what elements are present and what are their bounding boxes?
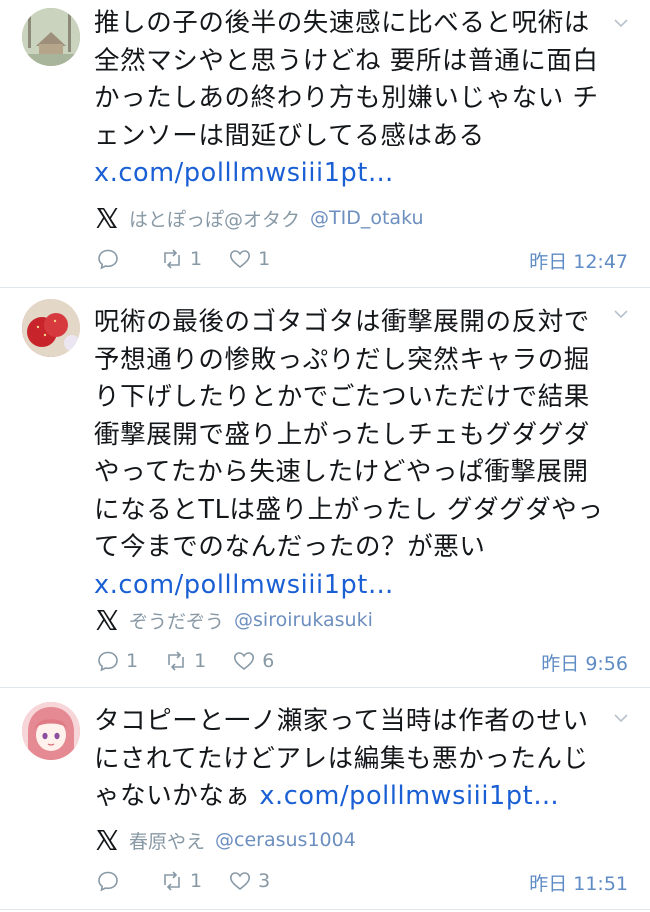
x-logo-icon bbox=[96, 830, 118, 850]
like-count: 6 bbox=[262, 650, 275, 672]
post-body: 推しの子の後半の失速感に比べると呪術は全然マシやと思うけどね 要所は普通に面白か… bbox=[94, 8, 599, 151]
author-name: 春原やえ bbox=[129, 830, 206, 853]
post-link[interactable]: x.com/polllmwsiii1pt… bbox=[94, 158, 394, 188]
post-body: 呪術の最後のゴタゴタは衝撃展開の反対で予想通りの惨敗っぷりだし突然キャラの掘り下… bbox=[94, 307, 604, 562]
post[interactable]: 推しの子の後半の失速感に比べると呪術は全然マシやと思うけどね 要所は普通に面白か… bbox=[0, 0, 650, 287]
avatar-image bbox=[22, 702, 80, 760]
post-time[interactable]: 昨日 11:51 bbox=[529, 869, 628, 896]
repost-button[interactable]: 1 bbox=[164, 649, 206, 673]
post-link[interactable]: x.com/polllmwsiii1pt… bbox=[94, 570, 394, 600]
repost-count: 1 bbox=[190, 248, 203, 270]
reply-count: 1 bbox=[126, 650, 139, 672]
action-bar: 1 3 bbox=[96, 869, 296, 893]
author-name: はとぽっぽ@オタク bbox=[129, 208, 301, 231]
author-handle[interactable]: @siroirukasuki bbox=[234, 609, 373, 631]
repost-button[interactable]: 1 bbox=[160, 869, 202, 893]
divider bbox=[0, 909, 650, 910]
repost-icon bbox=[164, 871, 180, 891]
avatar-image bbox=[22, 299, 80, 357]
chevron-down-icon[interactable] bbox=[614, 307, 628, 321]
x-logo-icon bbox=[96, 610, 118, 630]
avatar[interactable] bbox=[22, 702, 80, 760]
reply-button[interactable] bbox=[96, 869, 134, 893]
post-feed: 推しの子の後半の失速感に比べると呪術は全然マシやと思うけどね 要所は普通に面白か… bbox=[0, 0, 650, 912]
chevron-down-icon[interactable] bbox=[614, 711, 628, 725]
like-button[interactable]: 1 bbox=[228, 247, 270, 271]
author-handle[interactable]: @cerasus1004 bbox=[215, 829, 356, 851]
chevron-down-icon[interactable] bbox=[614, 16, 628, 30]
post-source[interactable]: ぞうだぞう @siroirukasuki bbox=[94, 607, 373, 633]
repost-icon bbox=[164, 249, 180, 269]
action-bar: 1 1 6 bbox=[96, 649, 300, 673]
like-count: 3 bbox=[258, 870, 271, 892]
post-time[interactable]: 昨日 12:47 bbox=[529, 247, 628, 274]
post-link[interactable]: x.com/polllmwsiii1pt… bbox=[259, 781, 559, 811]
repost-count: 1 bbox=[190, 870, 203, 892]
post-time[interactable]: 昨日 9:56 bbox=[541, 649, 628, 676]
reply-icon bbox=[98, 871, 118, 892]
like-button[interactable]: 6 bbox=[232, 649, 274, 673]
post-source[interactable]: 春原やえ @cerasus1004 bbox=[94, 827, 356, 853]
avatar-image bbox=[22, 8, 80, 66]
post-text: 推しの子の後半の失速感に比べると呪術は全然マシやと思うけどね 要所は普通に面白か… bbox=[94, 5, 604, 193]
reply-button[interactable]: 1 bbox=[96, 649, 138, 673]
heart-icon bbox=[230, 872, 251, 891]
reply-icon bbox=[98, 249, 118, 270]
heart-icon bbox=[230, 250, 251, 269]
post[interactable]: 呪術の最後のゴタゴタは衝撃展開の反対で予想通りの惨敗っぷりだし突然キャラの掘り下… bbox=[0, 287, 650, 687]
like-button[interactable]: 3 bbox=[228, 869, 270, 893]
author-handle[interactable]: @TID_otaku bbox=[310, 207, 424, 229]
heart-icon bbox=[234, 652, 255, 671]
like-count: 1 bbox=[258, 248, 271, 270]
reply-icon bbox=[98, 651, 118, 672]
post[interactable]: タコピーと一ノ瀬家って当時は作者のせいにされてたけどアレは編集も悪かったんじゃな… bbox=[0, 687, 650, 909]
post-text: 呪術の最後のゴタゴタは衝撃展開の反対で予想通りの惨敗っぷりだし突然キャラの掘り下… bbox=[94, 304, 604, 604]
action-bar: 1 1 bbox=[96, 247, 296, 271]
repost-button[interactable]: 1 bbox=[160, 247, 202, 271]
avatar[interactable] bbox=[22, 299, 80, 357]
post-text: タコピーと一ノ瀬家って当時は作者のせいにされてたけどアレは編集も悪かったんじゃな… bbox=[94, 703, 604, 816]
post-source[interactable]: はとぽっぽ@オタク @TID_otaku bbox=[94, 205, 424, 231]
repost-icon bbox=[168, 651, 184, 671]
repost-count: 1 bbox=[194, 650, 207, 672]
avatar[interactable] bbox=[22, 8, 80, 66]
author-name: ぞうだぞう bbox=[129, 610, 225, 633]
reply-button[interactable] bbox=[96, 247, 134, 271]
x-logo-icon bbox=[96, 208, 118, 228]
